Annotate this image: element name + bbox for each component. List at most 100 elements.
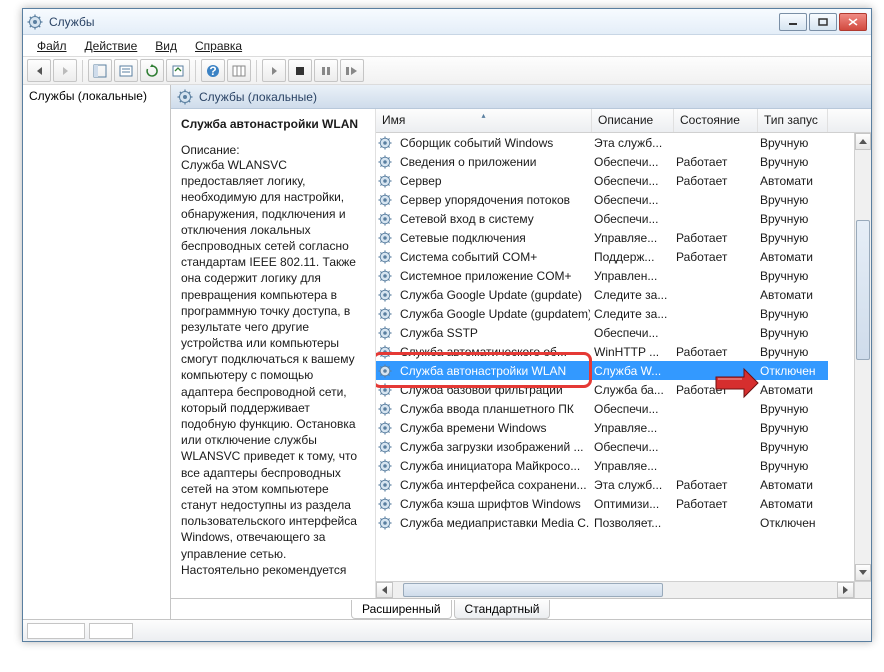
table-row[interactable]: Служба времени WindowsУправляе...Вручную [376, 418, 828, 437]
cell-startup: Автомати [756, 250, 826, 264]
table-row[interactable]: Служба Google Update (gupdate)Следите за… [376, 285, 828, 304]
restart-service-button[interactable] [340, 59, 364, 82]
column-startup-type[interactable]: Тип запус [758, 109, 828, 132]
refresh-button[interactable] [140, 59, 164, 82]
cell-startup: Вручную [756, 459, 826, 473]
table-row[interactable]: СерверОбеспечи...РаботаетАвтомати [376, 171, 828, 190]
forward-button[interactable] [53, 59, 77, 82]
cell-description: Служба ба... [590, 383, 672, 397]
gear-icon [378, 269, 392, 283]
scroll-right-button[interactable] [837, 582, 854, 598]
table-row[interactable]: Служба SSTPОбеспечи...Вручную [376, 323, 828, 342]
cell-description: Эта служб... [590, 478, 672, 492]
table-row[interactable]: Служба медиаприставки Media C...Позволяе… [376, 513, 828, 532]
cell-description: Управляе... [590, 421, 672, 435]
export-button[interactable] [166, 59, 190, 82]
cell-description: Управляе... [590, 459, 672, 473]
table-row[interactable]: Служба автонастройки WLANСлужба W...Откл… [376, 361, 828, 380]
menu-view[interactable]: Вид [147, 37, 185, 55]
help-button[interactable]: ? [201, 59, 225, 82]
pane-header: Службы (локальные) [171, 85, 871, 109]
titlebar[interactable]: Службы [23, 9, 871, 35]
cell-startup: Вручную [756, 155, 826, 169]
horizontal-scrollbar[interactable] [376, 581, 871, 598]
table-row[interactable]: Сетевой вход в системуОбеспечи...Вручную [376, 209, 828, 228]
hscroll-thumb[interactable] [403, 583, 663, 597]
table-row[interactable]: Система событий COM+Поддерж...РаботаетАв… [376, 247, 828, 266]
cell-startup: Вручную [756, 212, 826, 226]
cell-state: Работает [672, 497, 756, 511]
close-button[interactable] [839, 13, 867, 31]
tab-extended[interactable]: Расширенный [351, 600, 452, 619]
table-row[interactable]: Служба автоматического об...WinHTTP ...Р… [376, 342, 828, 361]
scroll-up-button[interactable] [855, 133, 871, 150]
gear-icon [378, 231, 392, 245]
cell-description: Эта служб... [590, 136, 672, 150]
cell-startup: Вручную [756, 326, 826, 340]
table-row[interactable]: Служба инициатора Майкросо...Управляе...… [376, 456, 828, 475]
menu-file[interactable]: Файл [29, 37, 75, 55]
properties-button[interactable] [114, 59, 138, 82]
stop-service-button[interactable] [288, 59, 312, 82]
cell-startup: Автомати [756, 478, 826, 492]
show-hide-tree-button[interactable] [88, 59, 112, 82]
cell-startup: Отключен [756, 364, 826, 378]
gear-icon [378, 383, 392, 397]
view-columns-button[interactable] [227, 59, 251, 82]
cell-description: Оптимизи... [590, 497, 672, 511]
menu-help[interactable]: Справка [187, 37, 250, 55]
table-row[interactable]: Сведения о приложенииОбеспечи...Работает… [376, 152, 828, 171]
tree-pane: Службы (локальные) [23, 85, 171, 619]
cell-name: Система событий COM+ [396, 250, 590, 264]
table-row[interactable]: Служба базовой фильтрацииСлужба ба...Раб… [376, 380, 828, 399]
table-row[interactable]: Служба интерфейса сохранени...Эта служб.… [376, 475, 828, 494]
table-row[interactable]: Служба загрузки изображений ...Обеспечи.… [376, 437, 828, 456]
menu-action[interactable]: Действие [77, 37, 146, 55]
gear-icon [378, 174, 392, 188]
back-button[interactable] [27, 59, 51, 82]
cell-description: Обеспечи... [590, 193, 672, 207]
pause-service-button[interactable] [314, 59, 338, 82]
scroll-left-button[interactable] [376, 582, 393, 598]
gear-icon [378, 250, 392, 264]
status-panel-2 [89, 623, 133, 639]
cell-name: Служба загрузки изображений ... [396, 440, 590, 454]
gear-icon [378, 136, 392, 150]
table-row[interactable]: Сетевые подключенияУправляе...РаботаетВр… [376, 228, 828, 247]
column-state[interactable]: Состояние [674, 109, 758, 132]
minimize-button[interactable] [779, 13, 807, 31]
cell-startup: Вручную [756, 402, 826, 416]
tab-standard[interactable]: Стандартный [454, 600, 551, 619]
cell-name: Служба интерфейса сохранени... [396, 478, 590, 492]
cell-startup: Автомати [756, 288, 826, 302]
cell-state: Работает [672, 174, 756, 188]
table-row[interactable]: Служба Google Update (gupdatem)Следите з… [376, 304, 828, 323]
gear-icon [378, 421, 392, 435]
cell-state: Работает [672, 250, 756, 264]
table-row[interactable]: Системное приложение COM+Управлен...Вруч… [376, 266, 828, 285]
cell-state: Работает [672, 478, 756, 492]
description-text: Служба WLANSVC предоставляет логику, нео… [181, 157, 365, 578]
gear-icon [378, 440, 392, 454]
cell-name: Сетевой вход в систему [396, 212, 590, 226]
description-panel: Служба автонастройки WLAN Описание: Служ… [171, 109, 376, 598]
tree-node-services-local[interactable]: Службы (локальные) [23, 85, 170, 107]
scroll-down-button[interactable] [855, 564, 871, 581]
cell-startup: Отключен [756, 516, 826, 530]
table-row[interactable]: Служба кэша шрифтов WindowsОптимизи...Ра… [376, 494, 828, 513]
vertical-scrollbar[interactable] [854, 133, 871, 581]
maximize-button[interactable] [809, 13, 837, 31]
cell-startup: Вручную [756, 269, 826, 283]
cell-state: Работает [672, 345, 756, 359]
status-bar [23, 619, 871, 641]
column-description[interactable]: Описание [592, 109, 674, 132]
column-name[interactable]: Имя▴ [376, 109, 592, 132]
gear-icon [378, 478, 392, 492]
start-service-button[interactable] [262, 59, 286, 82]
pane-header-title: Службы (локальные) [199, 90, 317, 104]
gear-icon [378, 364, 392, 378]
table-row[interactable]: Сервер упорядочения потоковОбеспечи...Вр… [376, 190, 828, 209]
scroll-thumb[interactable] [856, 220, 870, 360]
table-row[interactable]: Служба ввода планшетного ПКОбеспечи...Вр… [376, 399, 828, 418]
table-row[interactable]: Сборщик событий WindowsЭта служб...Вручн… [376, 133, 828, 152]
